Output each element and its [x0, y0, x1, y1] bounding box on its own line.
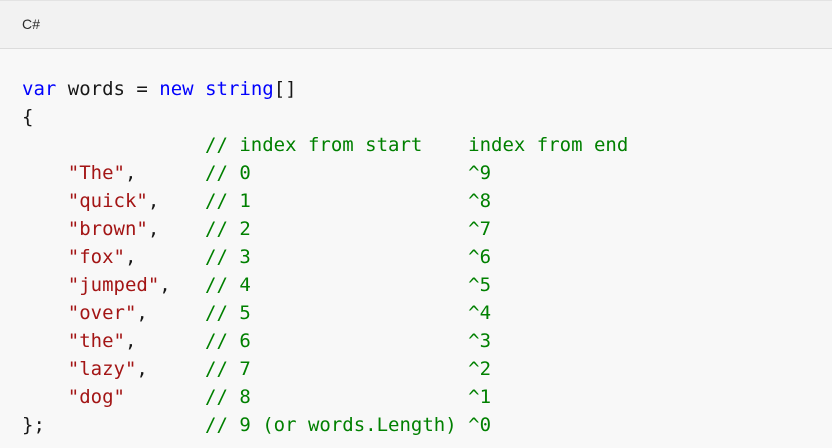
comment-token: // 5 ^4 — [205, 302, 492, 324]
comment-token: // 9 (or words.Length) ^0 — [205, 414, 492, 436]
code-line: "dog" // 8 ^1 — [22, 383, 628, 411]
keyword-token: string — [205, 78, 274, 100]
plain-token: , — [147, 190, 206, 212]
string-token: "brown" — [67, 218, 148, 240]
code-line: { — [22, 103, 628, 131]
plain-token: , — [147, 218, 206, 240]
plain-token: , — [124, 246, 206, 268]
comment-token: // index from start index from end — [205, 134, 629, 156]
plain-token: [] — [273, 78, 297, 100]
comment-token: // 3 ^6 — [205, 246, 492, 268]
comment-token: // 4 ^5 — [205, 274, 492, 296]
language-label: C# — [22, 16, 41, 32]
code-block: C# var words = new string[] { // index fr… — [0, 0, 832, 448]
string-token: "dog" — [67, 386, 125, 408]
keyword-token: new — [159, 78, 194, 100]
keyword-token: var — [22, 78, 57, 100]
plain-token: , — [159, 274, 206, 296]
comment-token: // 7 ^2 — [205, 358, 492, 380]
comment-token: // 2 ^7 — [205, 218, 492, 240]
plain-token: , — [136, 302, 206, 324]
plain-token: }; — [22, 414, 206, 436]
string-token: "The" — [67, 162, 125, 184]
code-block-header: C# — [0, 1, 832, 49]
plain-token: , — [136, 358, 206, 380]
comment-token: // 8 ^1 — [205, 386, 492, 408]
code-line: "The", // 0 ^9 — [22, 159, 628, 187]
code-line: "brown", // 2 ^7 — [22, 215, 628, 243]
plain-token: words = — [56, 78, 160, 100]
code-line: "quick", // 1 ^8 — [22, 187, 628, 215]
string-token: "jumped" — [67, 274, 160, 296]
code-content: var words = new string[] { // index from … — [22, 75, 628, 439]
code-line: "jumped", // 4 ^5 — [22, 271, 628, 299]
string-token: "over" — [67, 302, 137, 324]
code-line: "lazy", // 7 ^2 — [22, 355, 628, 383]
string-token: "fox" — [67, 246, 125, 268]
comment-token: // 1 ^8 — [205, 190, 492, 212]
code-line: // index from start index from end — [22, 131, 628, 159]
comment-token: // 6 ^3 — [205, 330, 492, 352]
code-line: var words = new string[] — [22, 75, 628, 103]
comment-token: // 0 ^9 — [205, 162, 492, 184]
code-line: }; // 9 (or words.Length) ^0 — [22, 411, 628, 439]
plain-token: { — [22, 106, 34, 128]
code-line: "fox", // 3 ^6 — [22, 243, 628, 271]
code-line: "the", // 6 ^3 — [22, 327, 628, 355]
plain-token: , — [124, 330, 206, 352]
string-token: "quick" — [67, 190, 148, 212]
plain-token: , — [124, 162, 206, 184]
string-token: "the" — [67, 330, 125, 352]
code-line: "over", // 5 ^4 — [22, 299, 628, 327]
string-token: "lazy" — [67, 358, 137, 380]
